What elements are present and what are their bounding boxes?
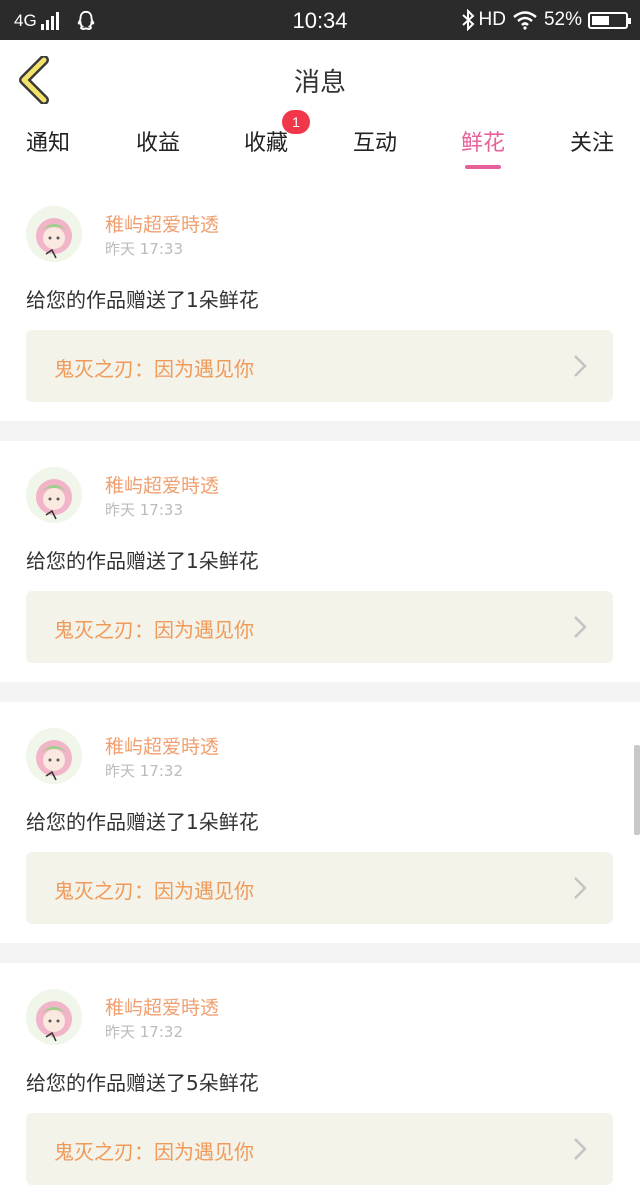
chevron-right-icon (574, 616, 587, 638)
tab-flowers[interactable]: 鲜花 (429, 118, 537, 176)
bluetooth-icon (461, 9, 474, 31)
tab-bar: 通知 收益 收藏 1 互动 鲜花 关注 (0, 110, 640, 176)
page-title: 消息 (293, 68, 346, 98)
message-list: 稚屿超爱時透 昨天 17:33 给您的作品赠送了1朵鲜花 鬼灭之刃：因为遇见你 … (0, 180, 640, 1204)
list-item: 稚屿超爱時透 昨天 17:32 给您的作品赠送了1朵鲜花 鬼灭之刃：因为遇见你 (0, 702, 640, 943)
unread-badge: 1 (282, 110, 310, 134)
work-title: 鬼灭之刃：因为遇见你 (54, 879, 254, 903)
message-text: 给您的作品赠送了1朵鲜花 (26, 288, 259, 312)
scrollbar[interactable] (634, 745, 640, 835)
list-item: 稚屿超爱時透 昨天 17:32 给您的作品赠送了5朵鲜花 鬼灭之刃：因为遇见你 (0, 963, 640, 1204)
divider (0, 943, 640, 963)
tab-label: 关注 (569, 131, 614, 156)
message-text: 给您的作品赠送了5朵鲜花 (26, 1071, 259, 1095)
chevron-right-icon (574, 877, 587, 899)
tab-earnings[interactable]: 收益 (104, 118, 212, 176)
work-link[interactable]: 鬼灭之刃：因为遇见你 (26, 330, 613, 402)
avatar[interactable] (26, 206, 82, 262)
status-bar: 4G 10:34 HD 52% (0, 0, 640, 40)
work-title: 鬼灭之刃：因为遇见你 (54, 618, 254, 642)
work-title: 鬼灭之刃：因为遇见你 (54, 357, 254, 381)
nav-bar: 消息 (0, 40, 640, 118)
username-link[interactable]: 稚屿超爱時透 (105, 732, 219, 759)
wifi-icon (513, 11, 537, 30)
work-link[interactable]: 鬼灭之刃：因为遇见你 (26, 591, 613, 663)
tab-following[interactable]: 关注 (538, 118, 640, 176)
timestamp: 昨天 17:32 (105, 1023, 183, 1041)
battery-percent: 52% (543, 9, 582, 30)
battery-icon (588, 11, 631, 29)
message-text: 给您的作品赠送了1朵鲜花 (26, 810, 259, 834)
username-link[interactable]: 稚屿超爱時透 (105, 993, 219, 1020)
active-tab-indicator (465, 165, 501, 169)
chevron-right-icon (574, 1138, 587, 1160)
tab-label: 通知 (25, 131, 70, 156)
timestamp: 昨天 17:33 (105, 240, 183, 258)
avatar[interactable] (26, 989, 82, 1045)
work-link[interactable]: 鬼灭之刃：因为遇见你 (26, 852, 613, 924)
divider (0, 682, 640, 702)
list-item: 稚屿超爱時透 昨天 17:33 给您的作品赠送了1朵鲜花 鬼灭之刃：因为遇见你 (0, 441, 640, 682)
username-link[interactable]: 稚屿超爱時透 (105, 471, 219, 498)
tab-interactions[interactable]: 互动 (321, 118, 429, 176)
message-text: 给您的作品赠送了1朵鲜花 (26, 549, 259, 573)
avatar[interactable] (26, 728, 82, 784)
work-link[interactable]: 鬼灭之刃：因为遇见你 (26, 1113, 613, 1185)
divider (0, 421, 640, 441)
timestamp: 昨天 17:32 (105, 762, 183, 780)
avatar[interactable] (26, 467, 82, 523)
status-right: HD 52% (461, 8, 631, 32)
list-item: 稚屿超爱時透 昨天 17:33 给您的作品赠送了1朵鲜花 鬼灭之刃：因为遇见你 (0, 180, 640, 421)
hd-indicator: HD (478, 9, 506, 30)
tab-notifications[interactable]: 通知 (0, 118, 102, 176)
work-title: 鬼灭之刃：因为遇见你 (54, 1140, 254, 1164)
tab-label: 收益 (135, 131, 180, 156)
chevron-right-icon (574, 355, 587, 377)
username-link[interactable]: 稚屿超爱時透 (105, 210, 219, 237)
tab-label: 鲜花 (460, 131, 505, 156)
tab-label: 收藏 (243, 131, 288, 156)
timestamp: 昨天 17:33 (105, 501, 183, 519)
tab-label: 互动 (352, 131, 397, 156)
tab-favorites[interactable]: 收藏 1 (212, 110, 320, 176)
